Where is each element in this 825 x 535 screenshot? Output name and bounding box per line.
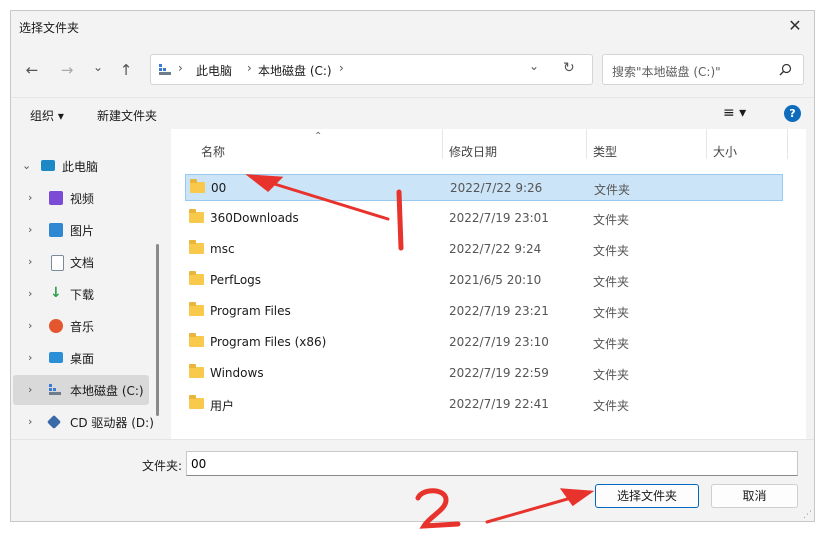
annotation-number-2 [415, 488, 461, 529]
annotation-number-1 [396, 189, 404, 251]
annotation-arrow-1-head [245, 174, 284, 192]
annotation-overlay [245, 174, 595, 529]
annotation-arrow-2-head [559, 488, 595, 507]
